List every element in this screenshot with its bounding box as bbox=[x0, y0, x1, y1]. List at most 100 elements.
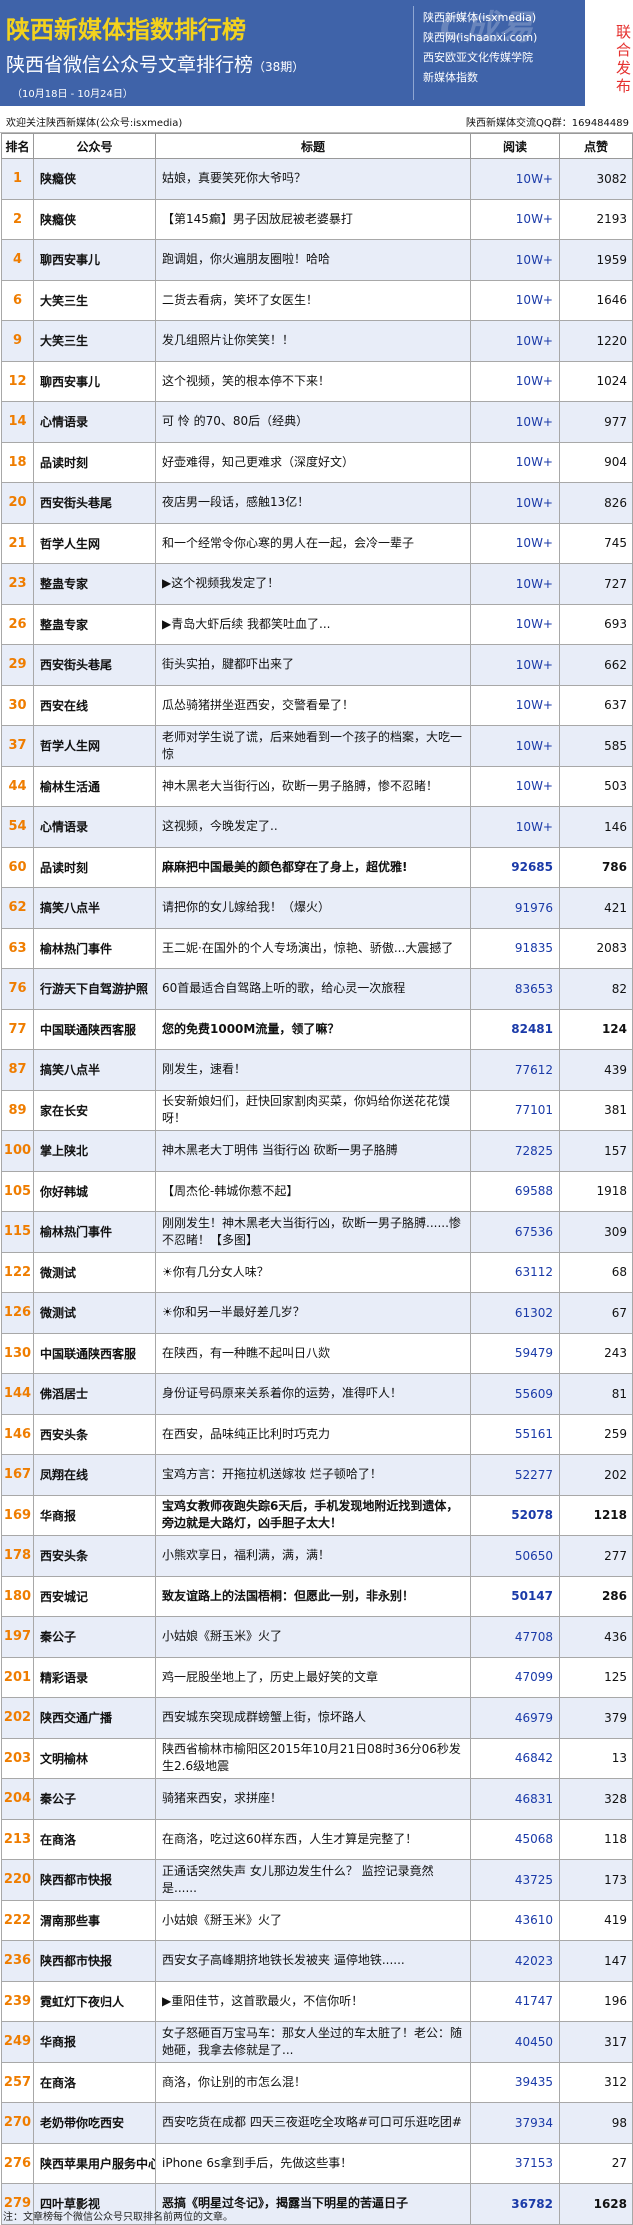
title-cell[interactable]: 女子怒砸百万宝马车：那女人坐过的车太脏了！老公：随她砸，我拿去修就是了... bbox=[155, 2021, 471, 2063]
table-row[interactable]: 201 精彩语录 鸡一屁股坐地上了，历史上最好笑的文章 47099 125 bbox=[1, 1656, 633, 1698]
title-cell[interactable]: 麻麻把中国最美的颜色都穿在了身上，超优雅! bbox=[155, 846, 471, 888]
table-row[interactable]: 12 聊西安事儿 这个视频，笑的根本停不下来！ 10W+ 1024 bbox=[1, 360, 633, 402]
title-cell[interactable]: 骑猪来西安，求拼座！ bbox=[155, 1778, 471, 1820]
table-row[interactable]: 276 陕西苹果用户服务中心 iPhone 6s拿到手后，先做这些事！ 37153 27 bbox=[1, 2142, 633, 2184]
table-row[interactable]: 6 大笑三生 二货去看病，笑坏了女医生！ 10W+ 1646 bbox=[1, 279, 633, 321]
title-cell[interactable]: 可 怜 的70、80后（经典） bbox=[155, 401, 471, 443]
table-row[interactable]: 220 陕西都市快报 正通话突然失声 女儿那边发生什么？ 监控记录竟然是......… bbox=[1, 1859, 633, 1901]
title-cell[interactable]: 王二妮·在国外的个人专场演出，惊艳、骄傲...大震撼了 bbox=[155, 927, 471, 969]
title-cell[interactable]: 好壶难得，知己更难求（深度好文） bbox=[155, 441, 471, 483]
title-cell[interactable]: 鸡一屁股坐地上了，历史上最好笑的文章 bbox=[155, 1656, 471, 1698]
table-row[interactable]: 9 大笑三生 发几组照片让你笑笑！！ 10W+ 1220 bbox=[1, 320, 633, 362]
table-row[interactable]: 144 佛滔居士 身份证号码原来关系着你的运势，准得吓人！ 55609 81 bbox=[1, 1373, 633, 1415]
table-row[interactable]: 87 搞笑八点半 刚发生，速看！ 77612 439 bbox=[1, 1049, 633, 1091]
table-row[interactable]: 130 中国联通陕西客服 在陕西，有一种瞧不起叫日八欻 59479 243 bbox=[1, 1332, 633, 1374]
title-cell[interactable]: 【周杰伦-韩城你惹不起】 bbox=[155, 1170, 471, 1212]
table-row[interactable]: 100 掌上陕北 神木黑老大丁明伟 当街行凶 砍断一男子胳膊 72825 157 bbox=[1, 1130, 633, 1172]
title-cell[interactable]: 这个视频，笑的根本停不下来！ bbox=[155, 360, 471, 402]
title-cell[interactable]: 商洛，你让别的市怎么混！ bbox=[155, 2061, 471, 2103]
table-row[interactable]: 21 哲学人生网 和一个经常令你心寒的男人在一起，会冷一辈子 10W+ 745 bbox=[1, 522, 633, 564]
table-row[interactable]: 203 文明榆林 陕西省榆林市榆阳区2015年10月21日08时36分06秒发生2.… bbox=[1, 1737, 633, 1779]
table-row[interactable]: 126 微测试 ☀你和另一半最好差几岁？ 61302 67 bbox=[1, 1292, 633, 1334]
title-cell[interactable]: 宝鸡女教师夜跑失踪6天后，手机发现地附近找到遗体，旁边就是大路灯，凶手胆子太大！ bbox=[155, 1494, 471, 1536]
title-cell[interactable]: 和一个经常令你心寒的男人在一起，会冷一辈子 bbox=[155, 522, 471, 564]
table-row[interactable]: 20 西安街头巷尾 夜店男一段话，感触13亿！ 10W+ 826 bbox=[1, 482, 633, 524]
table-row[interactable]: 54 心情语录 这视频，今晚发定了.. 10W+ 146 bbox=[1, 806, 633, 848]
partner-link[interactable]: 西安欧亚文化传媒学院 bbox=[423, 48, 583, 68]
title-cell[interactable]: 这视频，今晚发定了.. bbox=[155, 806, 471, 848]
table-row[interactable]: 89 家在长安 长安新娘妇们，赶快回家割肉买菜，你妈给你送花花馍呀！ 77101 381 bbox=[1, 1089, 633, 1131]
title-cell[interactable]: ▶重阳佳节，这首歌最火，不信你听！ bbox=[155, 1980, 471, 2022]
table-row[interactable]: 270 老奶带你吃西安 西安吃货在成都 四天三夜逛吃全攻略#可口可乐逛吃团# 3793… bbox=[1, 2102, 633, 2144]
title-cell[interactable]: ▶青岛大虾后续 我都笑吐血了... bbox=[155, 603, 471, 645]
table-row[interactable]: 122 微测试 ☀你有几分女人味？ 63112 68 bbox=[1, 1251, 633, 1293]
table-row[interactable]: 62 搞笑八点半 请把你的女儿嫁给我！（爆火） 91976 421 bbox=[1, 887, 633, 929]
table-row[interactable]: 1 陕瘾侠 姑娘，真要笑死你大爷吗？ 10W+ 3082 bbox=[1, 158, 633, 200]
title-cell[interactable]: 西安吃货在成都 四天三夜逛吃全攻略#可口可乐逛吃团# bbox=[155, 2102, 471, 2144]
table-row[interactable]: 76 行游天下自驾游护照 60首最适合自驾路上听的歌，给心灵一次旅程 83653 82 bbox=[1, 968, 633, 1010]
table-row[interactable]: 23 整蛊专家 ▶这个视频我发定了！ 10W+ 727 bbox=[1, 563, 633, 605]
title-cell[interactable]: 请把你的女儿嫁给我！（爆火） bbox=[155, 887, 471, 929]
title-cell[interactable]: 小姑娘《掰玉米》火了 bbox=[155, 1616, 471, 1658]
partner-link[interactable]: 新媒体指数 bbox=[423, 68, 583, 88]
table-row[interactable]: 60 品读时刻 麻麻把中国最美的颜色都穿在了身上，超优雅! 92685 786 bbox=[1, 846, 633, 888]
table-row[interactable]: 167 凤翔在线 宝鸡方言：开拖拉机送嫁妆 烂子顿哈了！ 52277 202 bbox=[1, 1454, 633, 1496]
table-row[interactable]: 18 品读时刻 好壶难得，知己更难求（深度好文） 10W+ 904 bbox=[1, 441, 633, 483]
table-row[interactable]: 169 华商报 宝鸡女教师夜跑失踪6天后，手机发现地附近找到遗体，旁边就是大路灯，凶… bbox=[1, 1494, 633, 1536]
title-cell[interactable]: iPhone 6s拿到手后，先做这些事！ bbox=[155, 2142, 471, 2184]
table-row[interactable]: 44 榆林生活通 神木黑老大当街行凶，砍断一男子胳膊，惨不忍睹！ 10W+ 503 bbox=[1, 765, 633, 807]
table-row[interactable]: 105 你好韩城 【周杰伦-韩城你惹不起】 69588 1918 bbox=[1, 1170, 633, 1212]
title-cell[interactable]: 老师对学生说了谎，后来她看到一个孩子的档案，大吃一惊 bbox=[155, 725, 471, 767]
table-row[interactable]: 77 中国联通陕西客服 您的免费1000M流量，领了嘛？ 82481 124 bbox=[1, 1008, 633, 1050]
title-cell[interactable]: 西安女子高峰期挤地铁长发被夹 逼停地铁...... bbox=[155, 1940, 471, 1982]
table-row[interactable]: 222 渭南那些事 小姑娘《掰玉米》火了 43610 419 bbox=[1, 1899, 633, 1941]
partner-link[interactable]: 陕西新媒体(isxmedia) bbox=[423, 8, 583, 28]
title-cell[interactable]: 陕西省榆林市榆阳区2015年10月21日08时36分06秒发生2.6级地震 bbox=[155, 1737, 471, 1779]
title-cell[interactable]: 西安城东突现成群螃蟹上街，惊坏路人 bbox=[155, 1697, 471, 1739]
title-cell[interactable]: ☀你和另一半最好差几岁？ bbox=[155, 1292, 471, 1334]
title-cell[interactable]: 瓜怂骑猪拼坐逛西安，交警看晕了！ bbox=[155, 684, 471, 726]
table-row[interactable]: 180 西安城记 致友谊路上的法国梧桐：但愿此一别，非永别！ 50147 286 bbox=[1, 1575, 633, 1617]
title-cell[interactable]: 在陕西，有一种瞧不起叫日八欻 bbox=[155, 1332, 471, 1374]
title-cell[interactable]: 二货去看病，笑坏了女医生！ bbox=[155, 279, 471, 321]
title-cell[interactable]: 正通话突然失声 女儿那边发生什么？ 监控记录竟然是...... bbox=[155, 1859, 471, 1901]
title-cell[interactable]: 60首最适合自驾路上听的歌，给心灵一次旅程 bbox=[155, 968, 471, 1010]
table-row[interactable]: 202 陕西交通广播 西安城东突现成群螃蟹上街，惊坏路人 46979 379 bbox=[1, 1697, 633, 1739]
title-cell[interactable]: ▶这个视频我发定了！ bbox=[155, 563, 471, 605]
table-row[interactable]: 2 陕瘾侠 【第145癫】男子因放屁被老婆暴打 10W+ 2193 bbox=[1, 198, 633, 240]
table-row[interactable]: 239 霓虹灯下夜归人 ▶重阳佳节，这首歌最火，不信你听！ 41747 196 bbox=[1, 1980, 633, 2022]
title-cell[interactable]: 姑娘，真要笑死你大爷吗？ bbox=[155, 158, 471, 200]
title-cell[interactable]: 跑调姐，你火遍朋友圈啦！哈哈 bbox=[155, 239, 471, 281]
title-cell[interactable]: 发几组照片让你笑笑！！ bbox=[155, 320, 471, 362]
table-row[interactable]: 146 西安头条 在西安，品味纯正比利时巧克力 55161 259 bbox=[1, 1413, 633, 1455]
title-cell[interactable]: 【第145癫】男子因放屁被老婆暴打 bbox=[155, 198, 471, 240]
table-row[interactable]: 115 榆林热门事件 刚刚发生！神木黑老大当街行凶，砍断一男子胳膊......惨不忍… bbox=[1, 1211, 633, 1253]
partner-link[interactable]: 陕西网(ishaanxi.com) bbox=[423, 28, 583, 48]
title-cell[interactable]: 长安新娘妇们，赶快回家割肉买菜，你妈给你送花花馍呀！ bbox=[155, 1089, 471, 1131]
table-row[interactable]: 26 整蛊专家 ▶青岛大虾后续 我都笑吐血了... 10W+ 693 bbox=[1, 603, 633, 645]
table-row[interactable]: 249 华商报 女子怒砸百万宝马车：那女人坐过的车太脏了！老公：随她砸，我拿去修就是… bbox=[1, 2021, 633, 2063]
title-cell[interactable]: 街头实拍，腱都吓出来了 bbox=[155, 644, 471, 686]
title-cell[interactable]: 夜店男一段话，感触13亿！ bbox=[155, 482, 471, 524]
table-row[interactable]: 4 聊西安事儿 跑调姐，你火遍朋友圈啦！哈哈 10W+ 1959 bbox=[1, 239, 633, 281]
title-cell[interactable]: 刚刚发生！神木黑老大当街行凶，砍断一男子胳膊......惨不忍睹！【多图】 bbox=[155, 1211, 471, 1253]
title-cell[interactable]: ☀你有几分女人味？ bbox=[155, 1251, 471, 1293]
table-row[interactable]: 37 哲学人生网 老师对学生说了谎，后来她看到一个孩子的档案，大吃一惊 10W+ 585 bbox=[1, 725, 633, 767]
table-row[interactable]: 204 秦公子 骑猪来西安，求拼座！ 46831 328 bbox=[1, 1778, 633, 1820]
table-row[interactable]: 30 西安在线 瓜怂骑猪拼坐逛西安，交警看晕了！ 10W+ 637 bbox=[1, 684, 633, 726]
title-cell[interactable]: 刚发生，速看！ bbox=[155, 1049, 471, 1091]
title-cell[interactable]: 神木黑老大当街行凶，砍断一男子胳膊，惨不忍睹！ bbox=[155, 765, 471, 807]
title-cell[interactable]: 致友谊路上的法国梧桐：但愿此一别，非永别！ bbox=[155, 1575, 471, 1617]
title-cell[interactable]: 宝鸡方言：开拖拉机送嫁妆 烂子顿哈了！ bbox=[155, 1454, 471, 1496]
table-row[interactable]: 178 西安头条 小熊欢享日，福利满，满，满！ 50650 277 bbox=[1, 1535, 633, 1577]
table-row[interactable]: 63 榆林热门事件 王二妮·在国外的个人专场演出，惊艳、骄傲...大震撼了 91835… bbox=[1, 927, 633, 969]
title-cell[interactable]: 身份证号码原来关系着你的运势，准得吓人！ bbox=[155, 1373, 471, 1415]
title-cell[interactable]: 小姑娘《掰玉米》火了 bbox=[155, 1899, 471, 1941]
table-row[interactable]: 257 在商洛 商洛，你让别的市怎么混！ 39435 312 bbox=[1, 2061, 633, 2103]
title-cell[interactable]: 您的免费1000M流量，领了嘛？ bbox=[155, 1008, 471, 1050]
table-row[interactable]: 213 在商洛 在商洛，吃过这60样东西，人生才算是完整了！ 45068 118 bbox=[1, 1818, 633, 1860]
title-cell[interactable]: 神木黑老大丁明伟 当街行凶 砍断一男子胳膊 bbox=[155, 1130, 471, 1172]
table-row[interactable]: 236 陕西都市快报 西安女子高峰期挤地铁长发被夹 逼停地铁...... 42023 1… bbox=[1, 1940, 633, 1982]
table-row[interactable]: 197 秦公子 小姑娘《掰玉米》火了 47708 436 bbox=[1, 1616, 633, 1658]
table-row[interactable]: 29 西安街头巷尾 街头实拍，腱都吓出来了 10W+ 662 bbox=[1, 644, 633, 686]
